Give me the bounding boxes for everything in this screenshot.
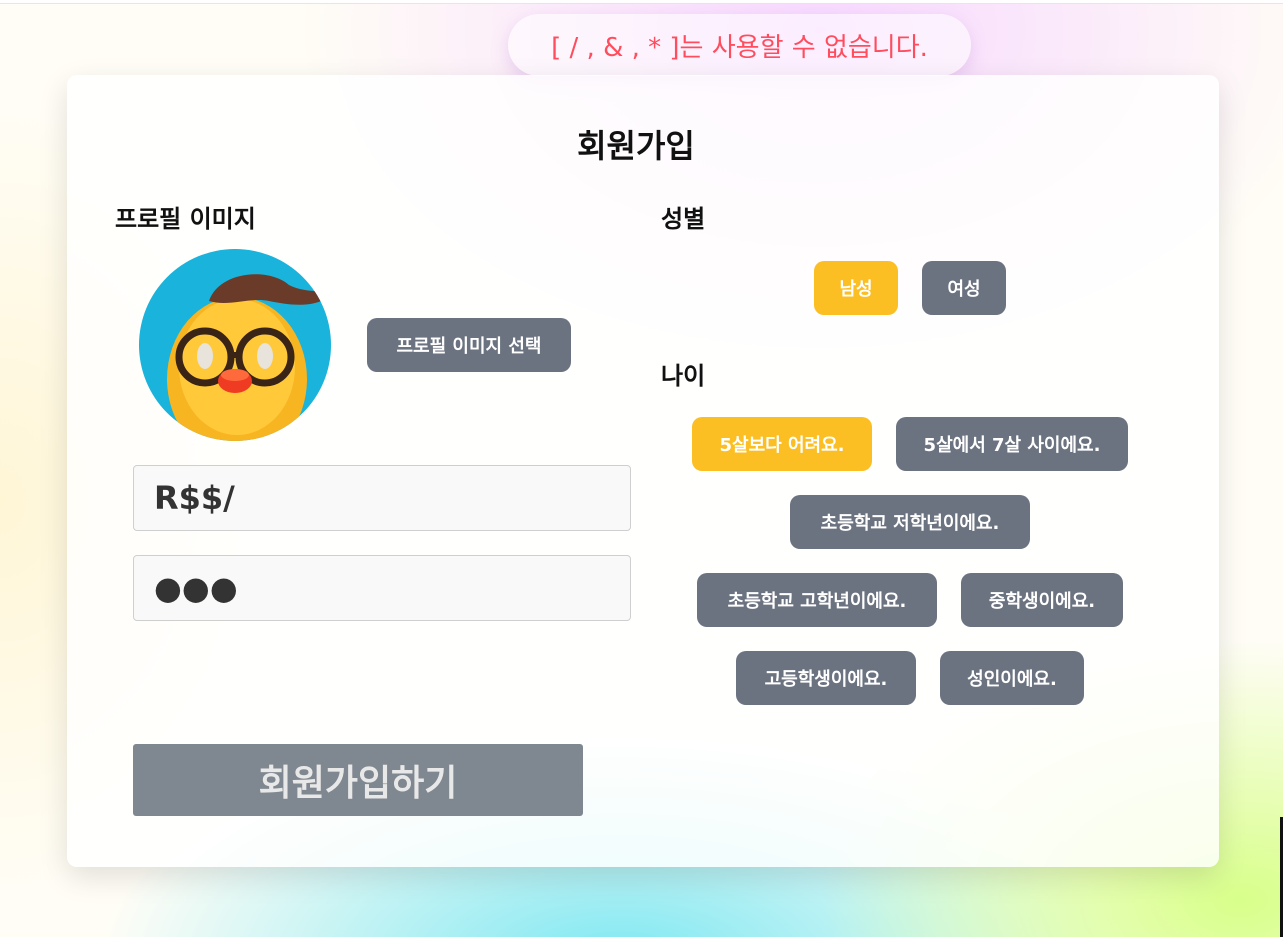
- password-input[interactable]: ●●●: [133, 555, 631, 621]
- gender-label: 성별: [661, 205, 706, 233]
- gender-option-female[interactable]: 여성: [922, 261, 1006, 315]
- age-option-high-school[interactable]: 고등학생이에요.: [736, 651, 916, 705]
- age-option-5-to-7[interactable]: 5살에서 7살 사이에요.: [896, 417, 1128, 471]
- age-option-elementary-lower[interactable]: 초등학교 저학년이에요.: [790, 495, 1030, 549]
- select-profile-image-button[interactable]: 프로필 이미지 선택: [367, 318, 571, 372]
- profile-image-label: 프로필 이미지: [115, 205, 256, 233]
- top-border: [0, 0, 1283, 4]
- age-option-under-5[interactable]: 5살보다 어려요.: [692, 417, 872, 471]
- gender-option-male[interactable]: 남성: [814, 261, 898, 315]
- signup-submit-button[interactable]: 회원가입하기: [133, 744, 583, 816]
- age-option-middle-school[interactable]: 중학생이에요.: [961, 573, 1123, 627]
- nickname-input[interactable]: R$$/: [133, 465, 631, 531]
- age-option-adult[interactable]: 성인이에요.: [940, 651, 1084, 705]
- signup-card: 회원가입 프로필 이미지 프로필 이미지 선택 R$$/ ●●● 회원가입하기 …: [67, 75, 1219, 867]
- page-title: 회원가입: [577, 127, 695, 165]
- age-option-elementary-upper[interactable]: 초등학교 고학년이에요.: [697, 573, 937, 627]
- duck-avatar-icon: [139, 249, 331, 441]
- age-label: 나이: [661, 362, 706, 390]
- warning-toast: [ / , & , * ]는 사용할 수 없습니다.: [508, 14, 971, 76]
